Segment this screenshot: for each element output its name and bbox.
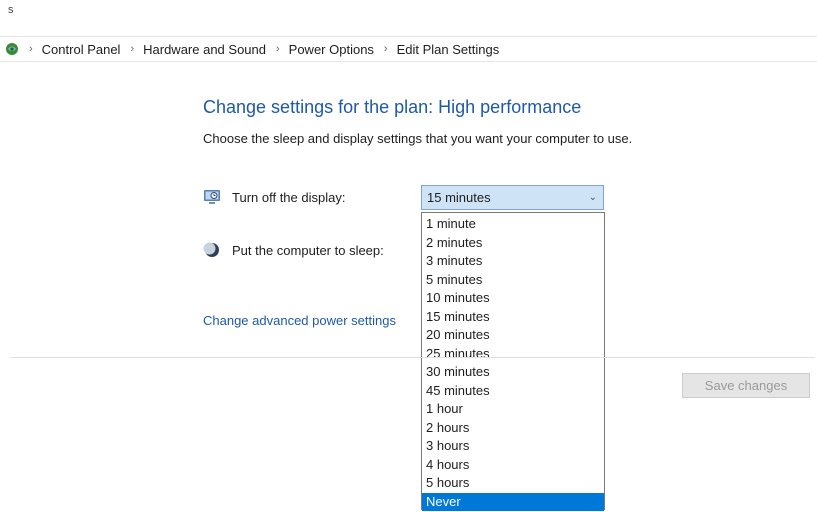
breadcrumb-power-options[interactable]: Power Options bbox=[289, 42, 374, 57]
dropdown-option[interactable]: 25 minutes bbox=[422, 345, 604, 364]
page-title: Change settings for the plan: High perfo… bbox=[203, 97, 582, 117]
dropdown-option[interactable]: 45 minutes bbox=[422, 382, 604, 401]
display-setting-row: Turn off the display: bbox=[203, 188, 345, 206]
breadcrumb-edit-plan-settings[interactable]: Edit Plan Settings bbox=[397, 42, 500, 57]
dropdown-option[interactable]: 4 hours bbox=[422, 456, 604, 475]
dropdown-option[interactable]: 2 hours bbox=[422, 419, 604, 438]
dropdown-option-highlighted[interactable]: Never bbox=[422, 492, 604, 511]
display-timeout-value: 15 minutes bbox=[427, 190, 491, 205]
monitor-icon bbox=[203, 188, 221, 206]
display-setting-label: Turn off the display: bbox=[232, 189, 346, 205]
dropdown-option[interactable]: 2 minutes bbox=[422, 234, 604, 253]
dropdown-option[interactable]: 5 minutes bbox=[422, 271, 604, 290]
chevron-right-icon: › bbox=[130, 43, 135, 55]
page-description: Choose the sleep and display settings th… bbox=[203, 131, 633, 146]
window-title-fragment: s bbox=[8, 4, 14, 16]
sleep-setting-label: Put the computer to sleep: bbox=[232, 242, 384, 258]
dropdown-option[interactable]: 3 hours bbox=[422, 437, 604, 456]
save-changes-button[interactable]: Save changes bbox=[682, 373, 810, 398]
chevron-down-icon: ⌄ bbox=[588, 192, 597, 203]
chevron-right-icon: › bbox=[29, 43, 33, 55]
control-panel-icon[interactable] bbox=[5, 42, 19, 56]
moon-icon bbox=[203, 241, 221, 259]
dropdown-option[interactable]: 3 minutes bbox=[422, 252, 604, 271]
sleep-setting-row: Put the computer to sleep: bbox=[203, 241, 384, 259]
dropdown-option[interactable]: 10 minutes bbox=[422, 289, 604, 308]
chevron-right-icon: › bbox=[383, 43, 388, 55]
advanced-power-settings-link[interactable]: Change advanced power settings bbox=[203, 313, 396, 328]
display-timeout-select[interactable]: 15 minutes ⌄ bbox=[421, 185, 604, 210]
dropdown-option[interactable]: 15 minutes bbox=[422, 308, 604, 327]
dropdown-option[interactable]: 1 minute bbox=[422, 215, 604, 234]
dropdown-option[interactable]: 1 hour bbox=[422, 400, 604, 419]
dropdown-option[interactable]: 30 minutes bbox=[422, 363, 604, 382]
divider bbox=[10, 357, 815, 358]
breadcrumb: › Control Panel › Hardware and Sound › P… bbox=[0, 36, 817, 62]
dropdown-option[interactable]: 5 hours bbox=[422, 474, 604, 493]
breadcrumb-hardware-and-sound[interactable]: Hardware and Sound bbox=[143, 42, 266, 57]
dropdown-option[interactable]: 20 minutes bbox=[422, 326, 604, 345]
chevron-right-icon: › bbox=[275, 43, 280, 55]
display-timeout-dropdown-list[interactable]: 1 minute 2 minutes 3 minutes 5 minutes 1… bbox=[421, 212, 605, 511]
breadcrumb-control-panel[interactable]: Control Panel bbox=[42, 42, 121, 57]
